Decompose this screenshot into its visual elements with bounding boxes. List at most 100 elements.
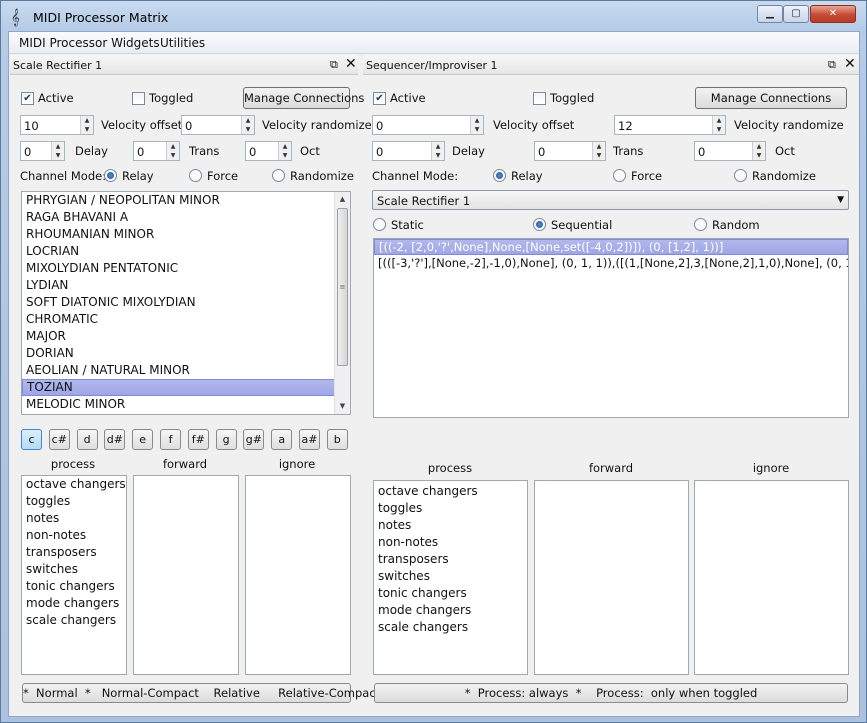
scroll-thumb[interactable]: ≡ — [337, 208, 348, 366]
scale-list-item[interactable]: MELODIC MINOR — [22, 396, 350, 413]
spin-arrows-icon[interactable]: ▲ ▼ — [470, 116, 483, 134]
random-radio[interactable] — [694, 218, 707, 231]
pattern-row[interactable]: [((-2, [2,0,'?',None],None,[None,set([-4… — [374, 239, 848, 255]
left-velocity-randomize-spinbox[interactable]: 0 ▲ ▼ — [181, 115, 255, 135]
list-item[interactable]: toggles — [374, 500, 527, 517]
menu-utilities[interactable]: Utilities — [160, 36, 205, 50]
key-button[interactable]: c# — [48, 429, 70, 450]
left-forward-list[interactable] — [133, 475, 239, 675]
list-item[interactable]: scale changers — [374, 619, 527, 636]
close-icon[interactable]: ✕ — [345, 56, 357, 72]
scale-list-item[interactable]: CHROMATIC — [22, 311, 350, 328]
menu-midi-processor-widgets[interactable]: MIDI Processor Widgets — [19, 36, 160, 50]
spin-arrows-icon[interactable]: ▲ ▼ — [592, 142, 605, 160]
scroll-down-icon[interactable]: ▼ — [335, 399, 350, 414]
list-item[interactable]: switches — [22, 561, 126, 578]
list-item[interactable]: mode changers — [22, 595, 126, 612]
left-mode-bar-button[interactable]: * Normal * Normal-Compact Relative Relat… — [22, 683, 380, 703]
key-button[interactable]: d — [76, 429, 98, 450]
left-active-checkbox[interactable]: ✔ — [21, 92, 34, 105]
scale-list[interactable]: PHRYGIAN / NEOPOLITAN MINOR RAGA BHAVANI … — [21, 191, 351, 415]
list-item[interactable]: notes — [374, 517, 527, 534]
right-toggled-checkbox[interactable] — [533, 92, 546, 105]
spin-arrows-icon[interactable]: ▲ ▼ — [278, 142, 291, 160]
list-item[interactable]: transposers — [22, 544, 126, 561]
key-button[interactable]: d# — [104, 429, 126, 450]
source-combo[interactable]: Scale Rectifier 1 ▼ — [372, 190, 849, 210]
spin-arrows-icon[interactable]: ▲ ▼ — [80, 116, 93, 134]
right-delay-spinbox[interactable]: 0 ▲ ▼ — [372, 141, 445, 161]
left-manage-connections-button[interactable]: Manage Connections — [243, 87, 364, 109]
list-item[interactable]: octave changers — [22, 476, 126, 493]
scale-list-item[interactable]: MAJOR — [22, 328, 350, 345]
right-forward-list[interactable] — [534, 480, 689, 675]
maximize-button[interactable]: ▢ — [783, 5, 809, 23]
left-trans-spinbox[interactable]: 0 ▲ ▼ — [133, 141, 180, 161]
key-button[interactable]: g# — [243, 429, 265, 450]
list-item[interactable]: notes — [22, 510, 126, 527]
right-randomize-radio[interactable] — [734, 169, 747, 182]
right-trans-spinbox[interactable]: 0 ▲ ▼ — [534, 141, 606, 161]
scale-list-item[interactable]: RAGA BHAVANI A — [22, 209, 350, 226]
list-item[interactable]: mode changers — [374, 602, 527, 619]
left-ignore-list[interactable] — [245, 475, 351, 675]
pattern-list[interactable]: [((-2, [2,0,'?',None],None,[None,set([-4… — [373, 238, 849, 418]
scale-list-item[interactable]: RHOUMANIAN MINOR — [22, 226, 350, 243]
list-item[interactable]: octave changers — [374, 483, 527, 500]
scale-list-item[interactable]: SOFT DIATONIC MIXOLYDIAN — [22, 294, 350, 311]
key-button[interactable]: a# — [299, 429, 320, 450]
spin-arrows-icon[interactable]: ▲ ▼ — [51, 142, 64, 160]
list-item[interactable]: tonic changers — [374, 585, 527, 602]
spin-arrows-icon[interactable]: ▲ ▼ — [752, 142, 765, 160]
right-active-checkbox[interactable]: ✔ — [373, 92, 386, 105]
left-oct-spinbox[interactable]: 0 ▲ ▼ — [245, 141, 292, 161]
left-force-radio[interactable] — [189, 169, 202, 182]
float-icon[interactable]: ⧉ — [828, 58, 836, 72]
key-button[interactable]: g — [215, 429, 237, 450]
scale-list-item[interactable]: LYDIAN — [22, 277, 350, 294]
right-manage-connections-button[interactable]: Manage Connections — [695, 87, 847, 109]
scale-list-item[interactable]: TOZIAN — [22, 379, 350, 396]
left-relay-radio[interactable] — [104, 169, 117, 182]
scale-list-scrollbar[interactable]: ▲ ≡ ▼ — [334, 192, 350, 414]
scale-list-item[interactable]: PHRYGIAN / NEOPOLITAN MINOR — [22, 192, 350, 209]
scale-list-item[interactable]: DORIAN — [22, 345, 350, 362]
static-radio[interactable] — [373, 218, 386, 231]
scale-list-item[interactable]: AEOLIAN / NATURAL MINOR — [22, 362, 350, 379]
sequential-radio[interactable] — [533, 218, 546, 231]
right-velocity-offset-spinbox[interactable]: 0 ▲ ▼ — [372, 115, 484, 135]
list-item[interactable]: non-notes — [374, 534, 527, 551]
right-force-radio[interactable] — [613, 169, 626, 182]
pattern-row[interactable]: [(([-3,'?'],[None,-2],-1,0),None], (0, 1… — [374, 255, 848, 271]
key-button[interactable]: c — [21, 429, 42, 450]
close-icon[interactable]: ✕ — [844, 56, 856, 72]
left-process-list[interactable]: octave changers toggles notes non-notes tran… — [21, 475, 127, 675]
close-button[interactable]: ✕ — [810, 5, 856, 23]
key-button[interactable]: f — [160, 429, 181, 450]
right-relay-radio[interactable] — [493, 169, 506, 182]
left-velocity-offset-spinbox[interactable]: 10 ▲ ▼ — [20, 115, 94, 135]
right-process-mode-button[interactable]: * Process: always * Process: only when t… — [374, 683, 848, 703]
right-process-list[interactable]: octave changers toggles notes non-notes tran… — [373, 480, 528, 675]
left-toggled-checkbox[interactable] — [132, 92, 145, 105]
scale-list-item[interactable]: MIXOLYDIAN PENTATONIC — [22, 260, 350, 277]
list-item[interactable]: toggles — [22, 493, 126, 510]
right-oct-spinbox[interactable]: 0 ▲ ▼ — [694, 141, 766, 161]
scale-list-item[interactable]: LOCRIAN — [22, 243, 350, 260]
right-velocity-randomize-spinbox[interactable]: 12 ▲ ▼ — [614, 115, 726, 135]
list-item[interactable]: non-notes — [22, 527, 126, 544]
key-button[interactable]: a — [271, 429, 293, 450]
scroll-up-icon[interactable]: ▲ — [335, 192, 350, 207]
list-item[interactable]: switches — [374, 568, 527, 585]
spin-arrows-icon[interactable]: ▲ ▼ — [431, 142, 444, 160]
key-button[interactable]: b — [326, 429, 348, 450]
spin-arrows-icon[interactable]: ▲ ▼ — [712, 116, 725, 134]
key-button[interactable]: e — [132, 429, 154, 450]
list-item[interactable]: tonic changers — [22, 578, 126, 595]
float-icon[interactable]: ⧉ — [330, 58, 338, 72]
list-item[interactable]: transposers — [374, 551, 527, 568]
list-item[interactable]: scale changers — [22, 612, 126, 629]
spin-arrows-icon[interactable]: ▲ ▼ — [166, 142, 179, 160]
key-button[interactable]: f# — [187, 429, 209, 450]
left-randomize-radio[interactable] — [272, 169, 285, 182]
